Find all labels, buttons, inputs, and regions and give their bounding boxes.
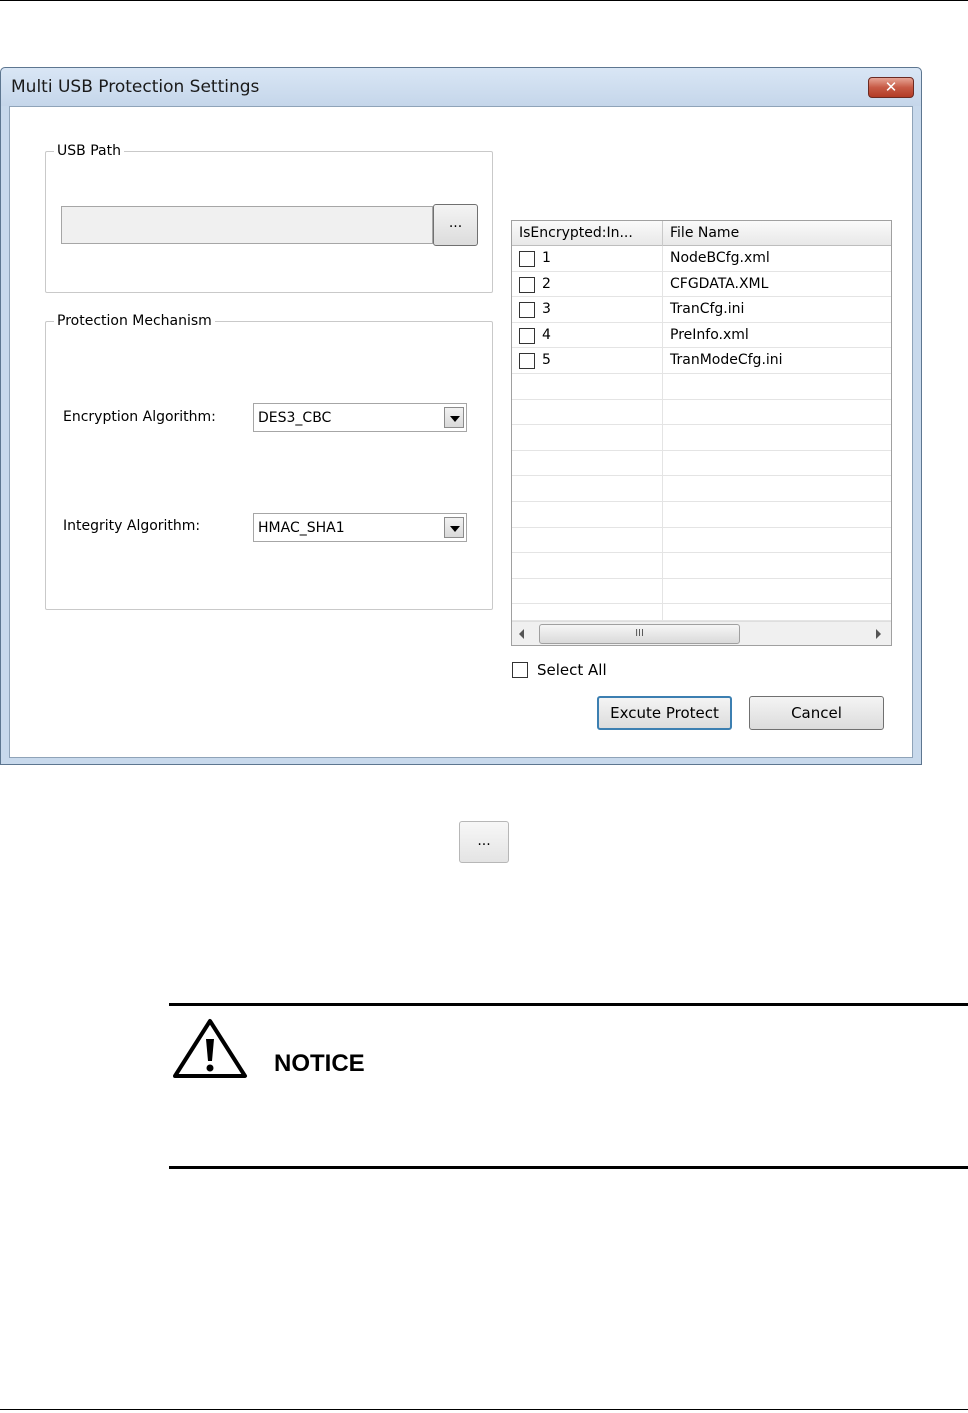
usb-path-group-label: USB Path [54,142,124,160]
close-icon: ✕ [884,78,898,96]
table-row[interactable]: 5 TranModeCfg.ini [512,348,891,374]
integrity-algorithm-value: HMAC_SHA1 [258,520,345,536]
row-encrypt-cell: 1 [512,246,663,271]
table-row[interactable]: 1 NodeBCfg.xml [512,246,891,272]
scroll-thumb[interactable]: III [539,624,740,644]
empty-row [512,527,891,554]
scroll-left-icon[interactable] [519,629,524,639]
page-top-rule [0,0,968,1]
empty-row [512,450,891,477]
row-index: 4 [542,326,551,343]
empty-cell [512,604,663,621]
chevron-down-icon[interactable] [444,407,464,428]
empty-row [512,604,891,622]
row-checkbox[interactable] [519,302,535,319]
window-title: Multi USB Protection Settings [11,77,260,97]
page-bottom-rule [0,1409,968,1410]
empty-row [512,553,891,579]
empty-row [512,502,891,528]
row-encrypt-cell: 3 [512,297,663,322]
row-index: 3 [542,301,551,318]
usb-path-group: USB Path ... [45,142,493,293]
empty-cell [512,374,663,399]
column-header-file-name[interactable]: File Name [663,221,891,246]
table-row[interactable]: 4 PreInfo.xml [512,322,891,349]
select-all-label[interactable]: Select All [537,661,607,679]
row-checkbox[interactable] [519,251,535,267]
encryption-algorithm-select[interactable]: DES3_CBC [253,403,467,432]
grip-icon: III [635,628,644,639]
empty-cell [512,425,663,450]
row-index: 2 [542,275,551,292]
notice-bottom-rule [169,1166,968,1169]
empty-row [512,399,891,426]
empty-cell [512,450,663,476]
horizontal-scrollbar[interactable]: III [512,621,891,645]
close-button[interactable]: ✕ [868,77,914,98]
notice-heading: NOTICE [274,1050,365,1077]
browse-button-label: ... [448,215,463,231]
select-all-checkbox[interactable] [512,662,528,678]
row-index: 1 [542,250,551,266]
empty-cell [512,578,663,604]
row-encrypt-cell: 5 [512,348,663,373]
dialog-client-area: USB Path ... Protection Mechanism Encryp… [9,106,913,758]
empty-cell [512,399,663,425]
empty-row [512,476,891,502]
title-bar[interactable]: Multi USB Protection Settings ✕ [1,68,921,106]
row-file-name: PreInfo.xml [670,326,749,343]
table-row[interactable]: 3 TranCfg.ini [512,297,891,323]
empty-row [512,425,891,451]
row-checkbox[interactable] [519,276,535,293]
row-file-name: NodeBCfg.xml [670,250,770,266]
scroll-right-icon[interactable] [876,629,881,639]
row-index: 5 [542,352,551,369]
execute-protect-label: Excute Protect [610,704,719,722]
usb-path-input[interactable] [61,206,433,244]
integrity-algorithm-select[interactable]: HMAC_SHA1 [253,513,467,542]
protection-mechanism-group-label: Protection Mechanism [54,312,215,330]
row-encrypt-cell: 4 [512,322,663,348]
browse-button[interactable]: ... [433,204,478,246]
empty-row [512,374,891,400]
browse-illustration-label: ... [477,833,491,849]
table-row[interactable]: 2 CFGDATA.XML [512,271,891,298]
row-encrypt-cell: 2 [512,271,663,297]
chevron-down-icon[interactable] [444,517,464,538]
row-file-name: CFGDATA.XML [670,275,769,292]
protection-mechanism-group: Protection Mechanism Encryption Algorith… [45,312,493,610]
empty-cell [512,553,663,578]
grid-header: IsEncrypted:In... File Name [512,221,891,246]
row-file-name: TranCfg.ini [670,301,745,318]
row-checkbox[interactable] [519,353,535,370]
notice-top-rule [169,1003,968,1006]
empty-cell [512,527,663,553]
empty-row [512,578,891,605]
empty-cell [512,476,663,501]
empty-cell [512,502,663,527]
warning-icon [173,1019,247,1078]
cancel-button[interactable]: Cancel [749,696,884,730]
file-list-grid[interactable]: IsEncrypted:In... File Name 1 NodeBCfg.x… [511,220,892,646]
dialog-window: Multi USB Protection Settings ✕ USB Path… [0,67,922,765]
column-header-is-encrypted[interactable]: IsEncrypted:In... [512,221,663,246]
cancel-label: Cancel [791,704,842,722]
integrity-algorithm-label: Integrity Algorithm: [63,518,201,534]
encryption-algorithm-label: Encryption Algorithm: [63,409,216,425]
execute-protect-button[interactable]: Excute Protect [597,696,732,730]
row-checkbox[interactable] [519,327,535,344]
encryption-algorithm-value: DES3_CBC [258,410,332,426]
row-file-name: TranModeCfg.ini [670,352,783,369]
browse-button-illustration: ... [459,821,509,863]
